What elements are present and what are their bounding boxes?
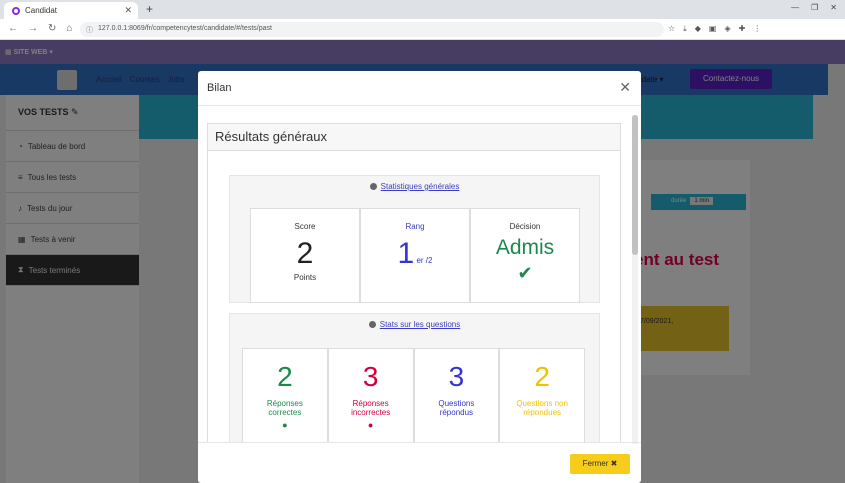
nav-buttons: ← → ↻ ⌂ [8, 23, 72, 34]
score-unit: Points [293, 273, 317, 282]
rank-cell: Rang 1 er /2 [360, 208, 470, 303]
puzzle-icon[interactable]: ✚ [739, 24, 746, 34]
new-tab-icon[interactable]: + [146, 2, 153, 16]
tab-favicon-icon [12, 6, 20, 15]
general-stats-cells: Score 2 Points Rang 1 er /2 Décision Adm… [250, 208, 580, 303]
shield-icon[interactable]: ◈ [724, 24, 730, 34]
question-stats-section: Stats sur les questions 2 Réponses corre… [229, 313, 600, 442]
card-title: Résultats généraux [208, 124, 620, 151]
back-icon[interactable]: ← [8, 23, 18, 34]
general-stats-section: Statistiques générales Score 2 Points Ra… [229, 175, 600, 303]
address-bar-row: ← → ↻ ⌂ ⓘ 127.0.0.1:8069/fr/competencyte… [0, 19, 845, 40]
url-text: 127.0.0.1:8069/fr/competencytest/candida… [98, 25, 272, 32]
score-cell: Score 2 Points [250, 208, 360, 303]
incorrect-count: 3 [362, 361, 379, 392]
incorrect-label: Réponses incorrectes [351, 399, 391, 417]
menu-icon[interactable]: ⋮ [753, 24, 761, 34]
extensions: ☆ ⤓ ◆ ▣ ◈ ✚ ⋮ [668, 24, 761, 34]
rank-value-row: 1 er /2 [397, 237, 433, 270]
info-icon[interactable]: ⓘ [86, 25, 93, 35]
check-circle-icon: ● [282, 420, 288, 430]
results-modal: Bilan ✕ Résultats généraux Statistiques … [198, 71, 641, 483]
tab-close-icon[interactable]: ✕ [124, 5, 132, 16]
decision-label: Décision [509, 222, 541, 231]
browser-tabbar: Candidat ✕ + — ❐ ✕ [0, 0, 845, 19]
results-card: Résultats généraux Statistiques générale… [207, 123, 621, 442]
x-circle-icon: ● [367, 420, 374, 430]
extension-icon[interactable]: ▣ [709, 24, 717, 34]
browser-tab[interactable]: Candidat ✕ [4, 2, 138, 19]
tab-title: Candidat [25, 6, 58, 15]
modal-title: Bilan [207, 82, 232, 94]
close-button[interactable]: Fermer ✖ [570, 454, 630, 474]
question-stats-toggle[interactable]: Stats sur les questions [230, 314, 599, 336]
maximize-icon[interactable]: ❐ [811, 3, 818, 12]
window-close-icon[interactable]: ✕ [830, 3, 837, 12]
scrollbar-thumb[interactable] [632, 115, 638, 255]
decision-cell: Décision Admis ✔ [470, 208, 580, 303]
minimize-icon[interactable]: — [791, 3, 799, 12]
reload-icon[interactable]: ↻ [48, 23, 56, 34]
score-value: 2 [296, 237, 314, 270]
window-controls: — ❐ ✕ [791, 3, 837, 12]
answered-questions-cell: 3 Questions répondus [413, 348, 500, 442]
question-stats-cells: 2 Réponses correctes ● 3 Réponses incorr… [242, 348, 585, 442]
answered-label: Questions répondus [438, 399, 475, 417]
score-label: Score [294, 222, 316, 231]
minus-circle-icon [369, 183, 377, 190]
unanswered-questions-cell: 2 Questions non répondues [499, 348, 585, 442]
unanswered-count: 2 [534, 361, 550, 392]
unanswered-label: Questions non répondues [516, 399, 568, 417]
close-icon[interactable]: ✕ [619, 79, 631, 96]
modal-header: Bilan ✕ [198, 71, 641, 106]
correct-count: 2 [277, 361, 293, 392]
decision-value: Admis [495, 236, 555, 259]
check-icon: ✔ [517, 263, 533, 283]
general-stats-toggle[interactable]: Statistiques générales [230, 176, 599, 198]
incorrect-answers-cell: 3 Réponses incorrectes ● [327, 348, 414, 442]
answered-count: 3 [448, 361, 465, 392]
url-input[interactable]: ⓘ 127.0.0.1:8069/fr/competencytest/candi… [80, 22, 664, 37]
download-icon[interactable]: ⤓ [683, 24, 687, 34]
modal-body[interactable]: Résultats généraux Statistiques générale… [198, 106, 641, 442]
minus-circle-icon [368, 321, 376, 328]
extension-icon[interactable]: ◆ [695, 24, 701, 34]
home-icon[interactable]: ⌂ [66, 23, 72, 34]
forward-icon[interactable]: → [28, 23, 38, 34]
modal-footer: Fermer ✖ [198, 442, 641, 483]
modal-scrollbar[interactable] [632, 115, 638, 444]
correct-answers-cell: 2 Réponses correctes ● [242, 348, 328, 442]
rank-label: Rang [405, 222, 425, 231]
close-x-icon: ✖ [610, 459, 618, 468]
correct-label: Réponses correctes [266, 399, 303, 417]
star-icon[interactable]: ☆ [668, 24, 675, 34]
